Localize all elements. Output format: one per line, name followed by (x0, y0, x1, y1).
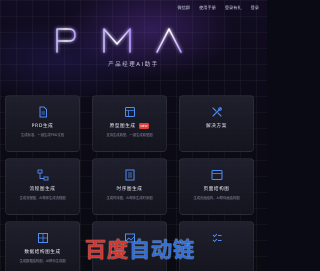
pmai-logo-graphic (55, 28, 210, 53)
card-desc: 支持生成原型、一键生成原型图 (106, 132, 153, 137)
nav-item-login-gift[interactable]: 登录有礼 (225, 5, 242, 11)
card-desc: 生成时序图，AI帮你生成时序图 (106, 195, 153, 200)
tools-icon (211, 107, 222, 117)
card-prd[interactable]: PRD生成 生成标准、一键生成PRD文档 (5, 95, 80, 152)
card-title: 解决方案 (206, 124, 227, 129)
flowchart-icon (37, 169, 48, 181)
card-title: 原型图生成 (109, 124, 136, 129)
card-prototype[interactable]: 原型图生成 NEW 支持生成原型、一键生成原型图 (92, 95, 167, 152)
watermark-text-blue: 自动链 (129, 238, 195, 262)
card-desc: 生成页面结构，AI帮你画结构图 (193, 195, 240, 200)
card-title: 时序图生成 (116, 187, 143, 192)
nav-item-login[interactable]: 登录 (251, 5, 259, 11)
top-nav: 微信群 使用手册 登录有礼 登录 (178, 5, 260, 11)
structure-icon (211, 170, 222, 180)
card-sequence[interactable]: 时序图生成 生成时序图，AI帮你生成时序图 (92, 158, 167, 215)
watermark: 百度自动链 (85, 232, 267, 266)
prototype-icon (124, 107, 135, 117)
card-solution[interactable]: 解决方案 (179, 95, 254, 152)
watermark-text-red: 百度 (85, 238, 129, 262)
watermark-text: 百度自动链 (85, 234, 195, 264)
subtitle: 产品经理AI助手 (108, 62, 159, 68)
card-title: 流程图生成 (29, 187, 56, 192)
document-icon (39, 106, 47, 118)
card-desc: 生成数据结构图，AI帮你生成图 (19, 258, 66, 263)
nav-item-manual[interactable]: 使用手册 (199, 5, 216, 11)
card-desc: 生成流程图，AI帮你生成流程图 (19, 195, 66, 200)
new-badge: NEW (138, 123, 150, 129)
card-page-structure[interactable]: 页面结构图 生成页面结构，AI帮你画结构图 (179, 158, 254, 215)
card-title: 数据结构图生成 (24, 250, 61, 255)
card-data-structure[interactable]: 数据结构图生成 生成数据结构图，AI帮你生成图 (5, 221, 80, 271)
sequence-icon (125, 169, 134, 181)
data-structure-icon (37, 233, 48, 243)
nav-item-wechat-group[interactable]: 微信群 (178, 5, 191, 11)
card-flowchart[interactable]: 流程图生成 生成流程图，AI帮你生成流程图 (5, 158, 80, 215)
card-desc: 生成标准、一键生成PRD文档 (20, 132, 65, 137)
logo (0, 26, 267, 54)
card-title: PRD生成 (31, 124, 54, 129)
card-title: 页面结构图 (203, 187, 230, 192)
